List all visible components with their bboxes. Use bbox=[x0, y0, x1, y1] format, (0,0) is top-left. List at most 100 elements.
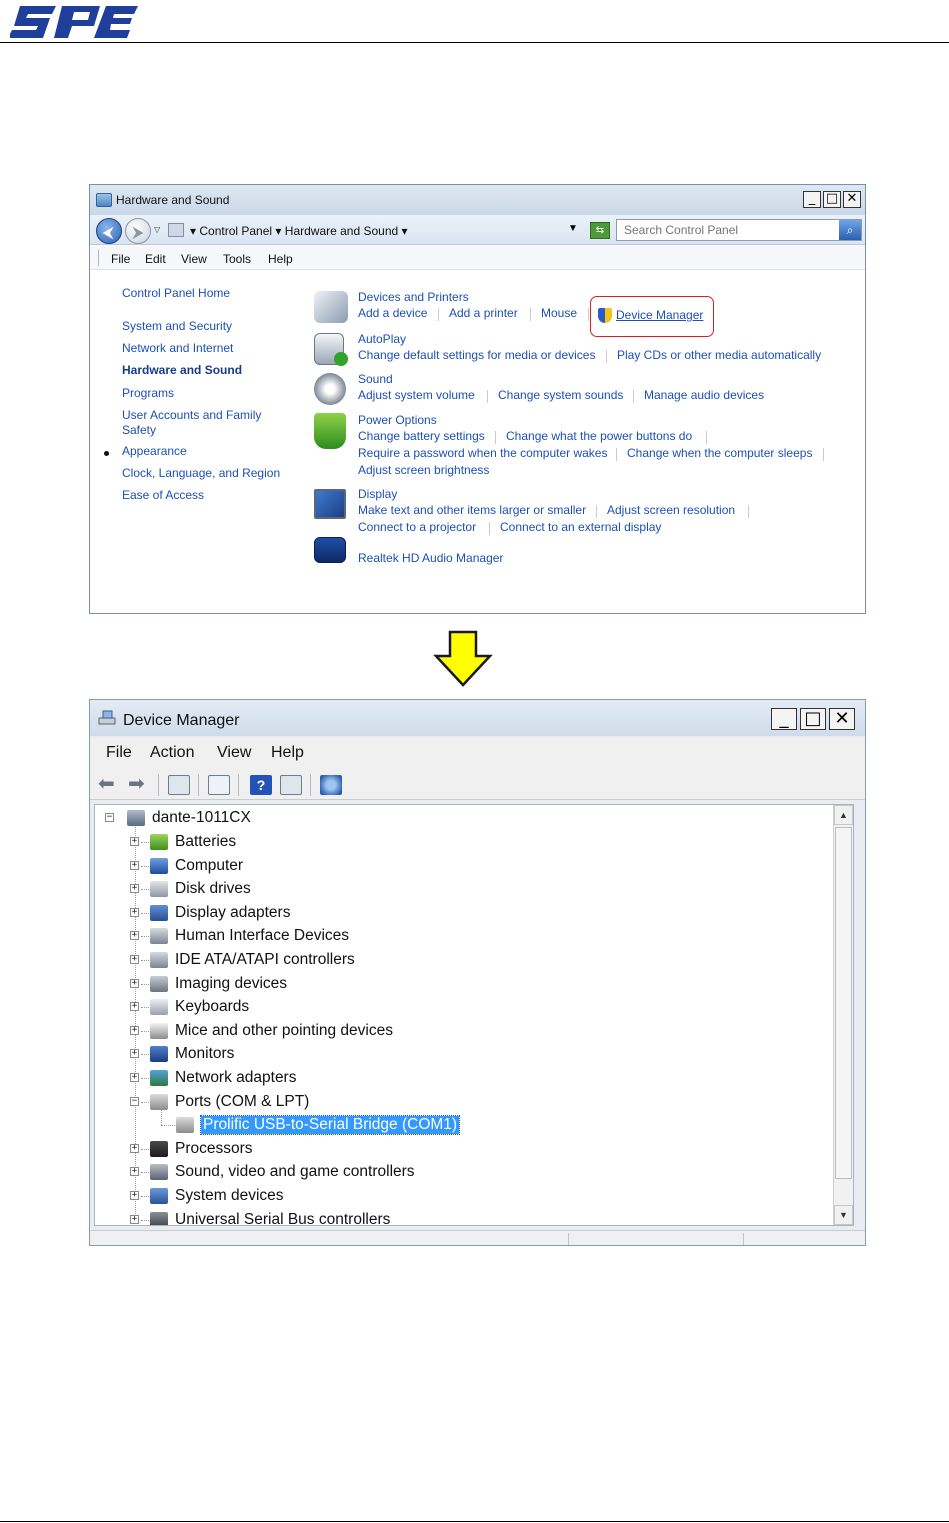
expand-icon[interactable]: + bbox=[130, 1002, 139, 1012]
tree-item-system-devices[interactable]: + System devices bbox=[95, 1185, 825, 1208]
show-action-pane-icon[interactable] bbox=[280, 775, 302, 795]
sidebar-item-user-accounts[interactable]: User Accounts and Family Safety bbox=[122, 408, 272, 438]
tree-item-sound-video-and-game-controllers[interactable]: + Sound, video and game controllers bbox=[95, 1161, 825, 1184]
tree-item-prolific-usb-to-serial-bridge-com1[interactable]: Prolific USB-to-Serial Bridge (COM1) bbox=[95, 1106, 825, 1137]
tree-item-keyboards[interactable]: + Keyboards bbox=[95, 996, 825, 1019]
tree-item-disk-drives[interactable]: + Disk drives bbox=[95, 878, 825, 901]
add-device-link[interactable]: Add a device bbox=[358, 306, 427, 320]
menu-view[interactable]: View bbox=[217, 744, 251, 762]
sidebar-item-clock-language-region[interactable]: Clock, Language, and Region bbox=[122, 466, 280, 481]
tree-root[interactable]: − dante-1011CX bbox=[95, 807, 825, 830]
change-system-sounds-link[interactable]: Change system sounds bbox=[498, 388, 623, 402]
expand-icon[interactable]: + bbox=[130, 1143, 139, 1153]
menu-action[interactable]: Action bbox=[150, 744, 194, 762]
forward-arrow-icon[interactable]: ➡ bbox=[128, 774, 150, 795]
realtek-audio-manager-link[interactable]: Realtek HD Audio Manager bbox=[358, 551, 503, 565]
menu-help[interactable]: Help bbox=[268, 252, 293, 266]
menu-edit[interactable]: Edit bbox=[145, 252, 166, 266]
address-dropdown-icon[interactable]: ▼ bbox=[568, 223, 578, 234]
expand-icon[interactable]: + bbox=[130, 837, 139, 846]
autoplay-title[interactable]: AutoPlay bbox=[358, 332, 406, 346]
minimize-button[interactable]: _ bbox=[771, 708, 797, 730]
forward-button[interactable]: ⮞ bbox=[125, 218, 151, 244]
mouse-link[interactable]: Mouse bbox=[541, 306, 577, 320]
tree-item-ide-ata-atapi-controllers[interactable]: + IDE ATA/ATAPI controllers bbox=[95, 949, 825, 972]
battery-settings-link[interactable]: Change battery settings bbox=[358, 429, 485, 443]
control-panel-titlebar[interactable]: Hardware and Sound _ □ ✕ bbox=[90, 185, 865, 215]
expand-icon[interactable]: + bbox=[130, 1025, 139, 1035]
vertical-scrollbar[interactable]: ▲ ▼ bbox=[833, 805, 853, 1225]
back-arrow-icon[interactable]: ⬅ bbox=[98, 774, 120, 795]
search-icon[interactable]: ⌕ bbox=[839, 220, 861, 240]
maximize-button[interactable]: □ bbox=[800, 708, 826, 730]
expand-icon[interactable]: + bbox=[130, 931, 139, 941]
chevron-down-icon[interactable]: ▾ bbox=[275, 224, 284, 238]
collapse-icon[interactable]: − bbox=[130, 1096, 139, 1106]
expand-icon[interactable]: + bbox=[130, 955, 139, 964]
sidebar-item-ease-of-access[interactable]: Ease of Access bbox=[122, 488, 204, 503]
scroll-down-icon[interactable]: ▼ bbox=[834, 1205, 853, 1225]
sound-title[interactable]: Sound bbox=[358, 372, 393, 386]
menu-file[interactable]: File bbox=[106, 744, 132, 762]
scrollbar-thumb[interactable] bbox=[835, 827, 852, 1179]
menu-help[interactable]: Help bbox=[271, 744, 304, 762]
search-box[interactable]: ⌕ bbox=[616, 219, 862, 241]
device-manager-link[interactable]: Device Manager bbox=[616, 308, 703, 322]
expand-icon[interactable]: + bbox=[130, 1049, 139, 1059]
power-options-title[interactable]: Power Options bbox=[358, 413, 437, 427]
breadcrumb-control-panel[interactable]: Control Panel bbox=[199, 224, 272, 238]
menu-tools[interactable]: Tools bbox=[223, 252, 251, 266]
screen-brightness-link[interactable]: Adjust screen brightness bbox=[358, 463, 489, 477]
devices-and-printers-title[interactable]: Devices and Printers bbox=[358, 290, 469, 304]
tree-item-mice-and-other-pointing-devices[interactable]: + Mice and other pointing devices bbox=[95, 1020, 825, 1043]
manage-audio-devices-link[interactable]: Manage audio devices bbox=[644, 388, 764, 402]
text-size-link[interactable]: Make text and other items larger or smal… bbox=[358, 503, 586, 517]
expand-icon[interactable]: + bbox=[130, 1167, 139, 1177]
expand-icon[interactable]: + bbox=[130, 884, 139, 894]
minimize-button[interactable]: _ bbox=[803, 191, 821, 208]
close-button[interactable]: ✕ bbox=[843, 191, 861, 208]
tree-item-display-adapters[interactable]: + Display adapters bbox=[95, 902, 825, 925]
properties-icon[interactable] bbox=[208, 775, 230, 795]
sidebar-item-hardware-and-sound[interactable]: Hardware and Sound bbox=[122, 363, 242, 378]
breadcrumb-hardware-and-sound[interactable]: Hardware and Sound bbox=[285, 224, 398, 238]
maximize-button[interactable]: □ bbox=[823, 191, 841, 208]
menu-file[interactable]: File bbox=[111, 252, 130, 266]
power-buttons-link[interactable]: Change what the power buttons do bbox=[506, 429, 692, 443]
tree-item-universal-serial-bus-controllers[interactable]: + Universal Serial Bus controllers bbox=[95, 1209, 825, 1225]
tree-item-imaging-devices[interactable]: + Imaging devices bbox=[95, 973, 825, 996]
expand-icon[interactable]: + bbox=[130, 978, 139, 988]
tree-item-computer[interactable]: + Computer bbox=[95, 855, 825, 878]
sidebar-item-control-panel-home[interactable]: Control Panel Home bbox=[122, 286, 230, 301]
device-manager-titlebar[interactable]: Device Manager _ □ ✕ bbox=[90, 700, 865, 736]
sidebar-item-programs[interactable]: Programs bbox=[122, 386, 174, 401]
refresh-button[interactable]: ⇆ bbox=[590, 222, 610, 239]
chevron-down-icon[interactable]: ▾ bbox=[402, 224, 408, 238]
close-button[interactable]: ✕ bbox=[829, 708, 855, 730]
sidebar-item-appearance[interactable]: Appearance bbox=[122, 444, 187, 459]
tree-item-ports-com-lpt[interactable]: − Ports (COM & LPT) bbox=[95, 1091, 825, 1114]
scan-hardware-changes-icon[interactable] bbox=[320, 775, 342, 795]
back-button[interactable]: ⮜ bbox=[96, 218, 122, 244]
screen-resolution-link[interactable]: Adjust screen resolution bbox=[607, 503, 735, 517]
display-title[interactable]: Display bbox=[358, 487, 397, 501]
play-cds-link[interactable]: Play CDs or other media automatically bbox=[617, 348, 821, 362]
sidebar-item-network-and-internet[interactable]: Network and Internet bbox=[122, 341, 233, 356]
expand-icon[interactable]: + bbox=[130, 907, 139, 917]
computer-sleeps-link[interactable]: Change when the computer sleeps bbox=[627, 446, 812, 460]
add-printer-link[interactable]: Add a printer bbox=[449, 306, 518, 320]
scroll-up-icon[interactable]: ▲ bbox=[834, 805, 853, 825]
tree-item-network-adapters[interactable]: + Network adapters bbox=[95, 1067, 825, 1090]
connect-projector-link[interactable]: Connect to a projector bbox=[358, 520, 476, 534]
tree-item-monitors[interactable]: + Monitors bbox=[95, 1043, 825, 1066]
breadcrumb[interactable]: ▾ Control Panel ▾ Hardware and Sound ▾ bbox=[190, 224, 408, 238]
expand-icon[interactable]: + bbox=[130, 1214, 139, 1224]
external-display-link[interactable]: Connect to an external display bbox=[500, 520, 661, 534]
tree-item-processors[interactable]: + Processors bbox=[95, 1138, 825, 1161]
expand-icon[interactable]: + bbox=[130, 1191, 139, 1200]
collapse-icon[interactable]: − bbox=[105, 813, 114, 822]
tree-item-batteries[interactable]: + Batteries bbox=[95, 831, 825, 854]
menu-view[interactable]: View bbox=[181, 252, 207, 266]
require-password-link[interactable]: Require a password when the computer wak… bbox=[358, 446, 607, 460]
show-hide-console-tree-icon[interactable] bbox=[168, 775, 190, 795]
